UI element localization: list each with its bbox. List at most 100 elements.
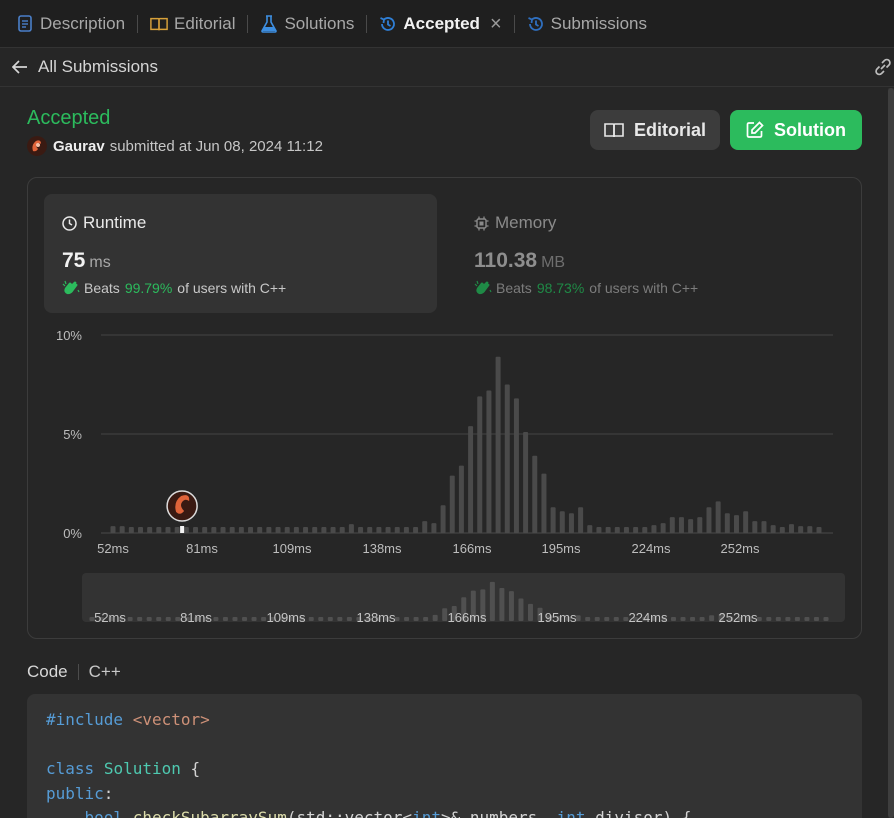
chart-bar[interactable] xyxy=(138,527,144,533)
chart-bar[interactable] xyxy=(688,519,694,533)
chart-bar[interactable] xyxy=(458,465,464,533)
chart-bar[interactable] xyxy=(513,398,519,533)
chart-bar[interactable] xyxy=(678,517,684,533)
chart-bar[interactable] xyxy=(193,527,199,533)
chart-bar[interactable] xyxy=(348,524,354,533)
chart-bar[interactable] xyxy=(788,524,794,533)
chart-bar[interactable] xyxy=(202,527,208,533)
chart-bar[interactable] xyxy=(321,527,327,533)
author-name[interactable]: Gaurav xyxy=(53,138,105,155)
chart-bar[interactable] xyxy=(477,396,483,533)
solution-button[interactable]: Solution xyxy=(730,110,862,150)
chart-bar[interactable] xyxy=(266,527,272,533)
chart-bar[interactable] xyxy=(440,505,446,533)
chart-bar[interactable] xyxy=(403,527,409,533)
close-icon[interactable]: × xyxy=(490,14,502,34)
chart-bar[interactable] xyxy=(660,523,666,533)
editorial-button[interactable]: Editorial xyxy=(590,110,720,150)
chart-bar[interactable] xyxy=(724,513,730,533)
range-bar xyxy=(261,617,267,621)
chart-bar[interactable] xyxy=(614,527,620,533)
chart-bar[interactable] xyxy=(156,527,162,533)
chart-bar[interactable] xyxy=(468,426,474,533)
chart-bar[interactable] xyxy=(229,527,235,533)
chart-bar[interactable] xyxy=(165,527,171,533)
chart-bar[interactable] xyxy=(532,455,538,533)
tab-editorial[interactable]: Editorial xyxy=(150,0,247,48)
chart-bar[interactable] xyxy=(275,527,281,533)
chart-bar[interactable] xyxy=(330,527,336,533)
chart-bar[interactable] xyxy=(706,507,712,533)
chart-bar[interactable] xyxy=(559,511,565,533)
scrollbar-thumb[interactable] xyxy=(888,88,894,818)
chart-bar[interactable] xyxy=(147,527,153,533)
chart-bar[interactable] xyxy=(339,527,345,533)
chart-bar[interactable] xyxy=(761,521,767,533)
code-block[interactable]: #include <vector> class Solution { publi… xyxy=(27,694,862,818)
chart-bar[interactable] xyxy=(733,515,739,533)
tab-accepted[interactable]: Accepted × xyxy=(379,0,513,48)
chart-bar[interactable] xyxy=(633,527,639,533)
chart-bar[interactable] xyxy=(220,527,226,533)
chart-bar[interactable] xyxy=(422,521,428,533)
chart-bar[interactable] xyxy=(449,475,455,533)
range-bar xyxy=(337,617,343,621)
chart-bar[interactable] xyxy=(367,527,373,533)
chart-bar[interactable] xyxy=(523,432,529,533)
tab-submissions[interactable]: Submissions xyxy=(527,0,659,48)
chart-bar[interactable] xyxy=(385,527,391,533)
marker-avatar[interactable] xyxy=(166,490,198,522)
chart-bar[interactable] xyxy=(752,521,758,533)
chart-bar[interactable] xyxy=(596,527,602,533)
scrollbar[interactable] xyxy=(888,88,894,818)
chart-bar[interactable] xyxy=(807,526,813,533)
chart-bar[interactable] xyxy=(486,390,492,533)
chart-bar[interactable] xyxy=(257,527,263,533)
chart-bar[interactable] xyxy=(504,384,510,534)
chart-bar[interactable] xyxy=(394,527,400,533)
chart-bar[interactable] xyxy=(770,525,776,533)
chart-bar[interactable] xyxy=(550,507,556,533)
chart-bar[interactable] xyxy=(119,526,125,533)
chart-bar[interactable] xyxy=(642,527,648,533)
chart-bar[interactable] xyxy=(715,501,721,533)
tab-description[interactable]: Description xyxy=(16,0,137,48)
chart-bar[interactable] xyxy=(623,527,629,533)
chart-bar[interactable] xyxy=(816,527,822,533)
chart-bar[interactable] xyxy=(743,511,749,533)
chart-bar[interactable] xyxy=(376,527,382,533)
chart-bar[interactable] xyxy=(110,526,116,533)
chart-bar[interactable] xyxy=(431,523,437,533)
chart-bar[interactable] xyxy=(779,527,785,533)
chart-bar[interactable] xyxy=(669,517,675,533)
code-line: #include <vector> xyxy=(46,710,210,729)
chart-bar[interactable] xyxy=(238,527,244,533)
chart-bar[interactable] xyxy=(211,527,217,533)
chart-bar[interactable] xyxy=(578,507,584,533)
chart-bar[interactable] xyxy=(293,527,299,533)
chart-bar[interactable] xyxy=(174,527,180,533)
chart-bar[interactable] xyxy=(303,527,309,533)
link-icon[interactable] xyxy=(872,58,894,76)
chart-bar[interactable] xyxy=(697,517,703,533)
chart-bar[interactable] xyxy=(413,527,419,533)
back-to-submissions-link[interactable]: All Submissions xyxy=(12,57,158,77)
chart-bar[interactable] xyxy=(284,527,290,533)
chart-bar[interactable] xyxy=(358,527,364,533)
chart-bar[interactable] xyxy=(605,527,611,533)
avatar[interactable] xyxy=(27,136,47,156)
chart-bar[interactable] xyxy=(312,527,318,533)
runtime-card[interactable]: Runtime 75 ms Beats 99.79% of users with … xyxy=(44,194,437,313)
chart-bar[interactable] xyxy=(495,356,501,533)
memory-card[interactable]: Memory 110.38 MB Beats 98.73% of users wi… xyxy=(454,194,847,313)
tab-solutions[interactable]: Solutions xyxy=(260,0,366,48)
chart-bar[interactable] xyxy=(541,473,547,533)
chart-bar[interactable] xyxy=(651,525,657,533)
chart-bar[interactable] xyxy=(798,526,804,533)
y-tick-label: 0% xyxy=(63,526,82,541)
chart-bar[interactable] xyxy=(587,525,593,533)
chart-bar[interactable] xyxy=(183,527,189,533)
chart-bar[interactable] xyxy=(568,513,574,533)
chart-bar[interactable] xyxy=(248,527,254,533)
chart-bar[interactable] xyxy=(128,527,134,533)
